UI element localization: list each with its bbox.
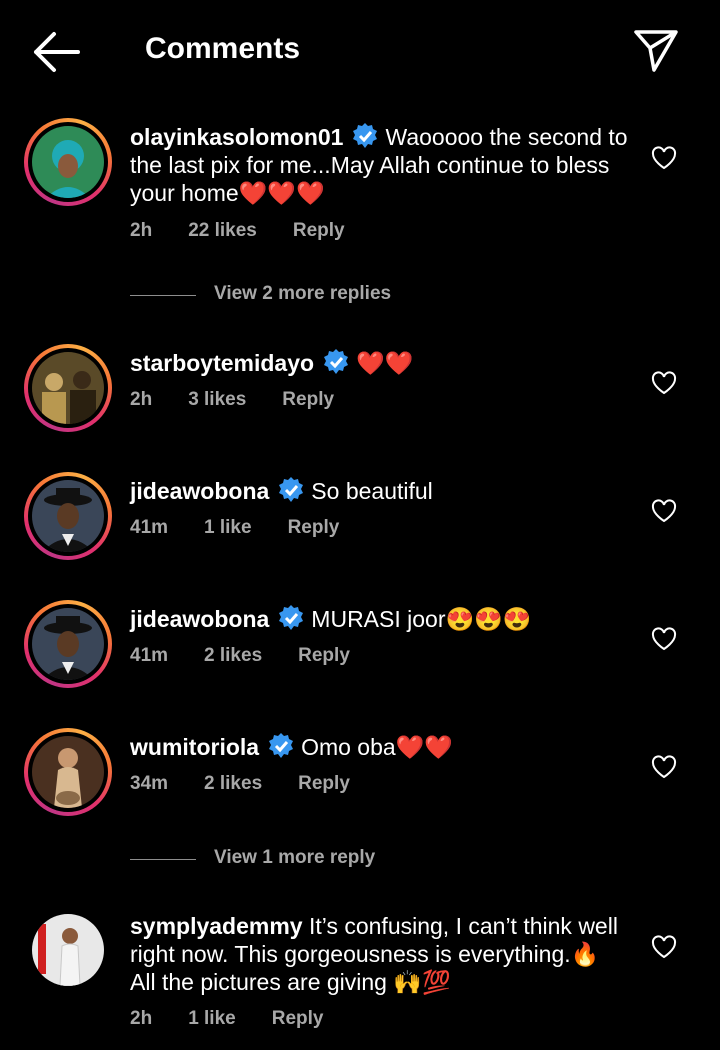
comment-time: 2h — [130, 1008, 153, 1029]
comment-text-block: starboytemidayo ❤️❤️ — [130, 348, 630, 377]
comment-text-block: jideawobona So beautiful — [130, 476, 630, 505]
reply-button[interactable]: Reply — [298, 773, 350, 794]
comment-time: 34m — [130, 773, 169, 794]
arrow-left-icon[interactable] — [30, 30, 82, 74]
avatar[interactable] — [24, 906, 112, 994]
avatar-image — [32, 352, 104, 424]
avatar-image — [32, 126, 104, 198]
comment-text: Omo oba❤️❤️ — [301, 734, 453, 760]
verified-badge-icon — [279, 477, 304, 502]
heart-icon[interactable] — [651, 371, 677, 395]
view-more-replies[interactable]: View 1 more reply — [130, 847, 530, 871]
view-more-label: View 2 more replies — [214, 283, 392, 304]
comment-meta: 34m 2 likes Reply — [130, 773, 386, 795]
username[interactable]: symplyademmy — [130, 913, 303, 939]
comment-time: 41m — [130, 517, 169, 538]
comment-meta: 41m 1 like Reply — [130, 517, 375, 539]
username[interactable]: olayinkasolomon01 — [130, 124, 343, 150]
comment-meta: 41m 2 likes Reply — [130, 645, 386, 667]
comment-meta: 2h 22 likes Reply — [130, 220, 381, 242]
comment-text-block: jideawobona MURASI joor😍😍😍 — [130, 604, 630, 633]
comment-text-block: olayinkasolomon01 Waooooo the second to t… — [130, 122, 630, 207]
comment-text: ❤️❤️ — [356, 350, 414, 376]
heart-icon[interactable] — [651, 755, 677, 779]
reply-button[interactable]: Reply — [272, 1008, 324, 1029]
avatar[interactable] — [24, 118, 112, 206]
likes-count[interactable]: 1 like — [204, 517, 252, 538]
view-more-label: View 1 more reply — [214, 847, 376, 868]
reply-button[interactable]: Reply — [288, 517, 340, 538]
avatar-image — [32, 914, 104, 986]
reply-button[interactable]: Reply — [293, 220, 345, 241]
verified-badge-icon — [269, 733, 294, 758]
likes-count[interactable]: 1 like — [188, 1008, 236, 1029]
likes-count[interactable]: 22 likes — [188, 220, 257, 241]
comment-text: MURASI joor😍😍😍 — [311, 606, 532, 632]
comment-text: So beautiful — [311, 478, 433, 504]
username[interactable]: jideawobona — [130, 606, 269, 632]
verified-badge-icon — [353, 123, 378, 148]
avatar[interactable] — [24, 344, 112, 432]
verified-badge-icon — [324, 349, 349, 374]
avatar-image — [32, 736, 104, 808]
comment-time: 2h — [130, 220, 153, 241]
header-bar: Comments — [0, 0, 720, 100]
reply-button[interactable]: Reply — [282, 389, 334, 410]
username[interactable]: jideawobona — [130, 478, 269, 504]
comment-time: 41m — [130, 645, 169, 666]
comment-text-block: wumitoriola Omo oba❤️❤️ — [130, 732, 630, 761]
username[interactable]: wumitoriola — [130, 734, 259, 760]
heart-icon[interactable] — [651, 935, 677, 959]
divider — [130, 295, 196, 296]
paper-plane-icon[interactable] — [632, 26, 680, 74]
heart-icon[interactable] — [651, 499, 677, 523]
avatar[interactable] — [24, 728, 112, 816]
comment-text-block: symplyademmy It’s confusing, I can’t thi… — [130, 912, 620, 996]
heart-icon[interactable] — [651, 627, 677, 651]
divider — [130, 859, 196, 860]
username[interactable]: starboytemidayo — [130, 350, 314, 376]
comment-meta: 2h 1 like Reply — [130, 1008, 359, 1030]
likes-count[interactable]: 3 likes — [188, 389, 246, 410]
comment-time: 2h — [130, 389, 153, 410]
reply-button[interactable]: Reply — [298, 645, 350, 666]
view-more-replies[interactable]: View 2 more replies — [130, 283, 530, 307]
likes-count[interactable]: 2 likes — [204, 645, 262, 666]
avatar-image — [32, 608, 104, 680]
likes-count[interactable]: 2 likes — [204, 773, 262, 794]
avatar-image — [32, 480, 104, 552]
page-title: Comments — [145, 32, 301, 65]
avatar[interactable] — [24, 472, 112, 560]
comment-meta: 2h 3 likes Reply — [130, 389, 370, 411]
heart-icon[interactable] — [651, 146, 677, 170]
avatar[interactable] — [24, 600, 112, 688]
verified-badge-icon — [279, 605, 304, 630]
